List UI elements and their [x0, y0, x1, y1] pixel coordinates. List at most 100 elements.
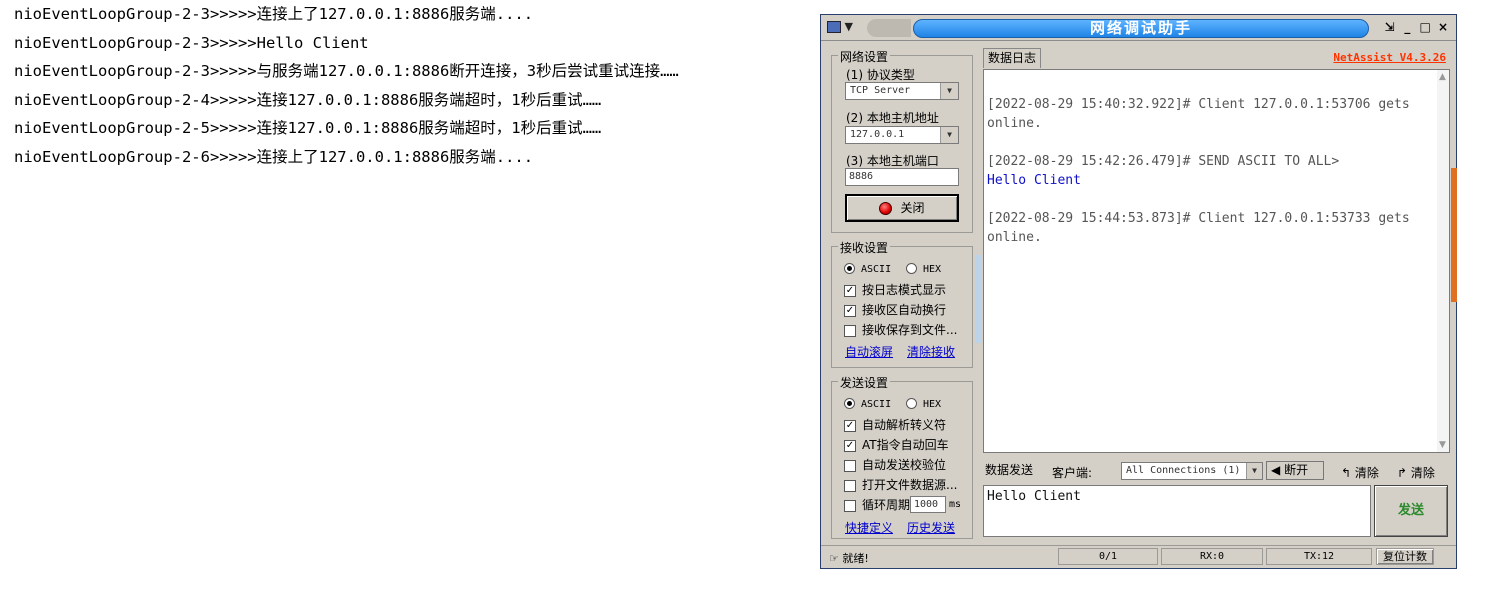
- send-settings-group: 发送设置 ASCII HEX ✓ 自动解析转义符 ✓ AT指令自动回车 自动发送校验…: [831, 374, 973, 539]
- console-line: nioEventLoopGroup-2-3>>>>>连接上了127.0.0.1:…: [14, 5, 534, 23]
- console-line: nioEventLoopGroup-2-3>>>>>与服务端127.0.0.1:…: [14, 62, 679, 81]
- log-scrollbar[interactable]: ▲ ▼: [1437, 70, 1449, 452]
- system-menu-arrow-icon: ▼: [844, 20, 853, 33]
- checkbox-icon: [844, 479, 856, 492]
- scroll-indicator: [1451, 168, 1457, 302]
- panel-splitter[interactable]: [975, 255, 981, 343]
- loop-period-input[interactable]: 1000: [910, 496, 946, 513]
- status-count: 0/1: [1058, 548, 1158, 565]
- reset-count-button[interactable]: 复位计数: [1376, 548, 1434, 565]
- network-settings-legend: 网络设置: [838, 48, 891, 65]
- title-bar: ▼ 网络调试助手 ⇲ _ □ ×: [821, 15, 1456, 41]
- clear-receive-link[interactable]: 清除接收: [907, 343, 955, 360]
- parse-escape-checkbox[interactable]: ✓ 自动解析转义符: [844, 416, 946, 433]
- radio-icon: [906, 263, 917, 274]
- protocol-select[interactable]: TCP Server ▼: [845, 82, 959, 100]
- maximize-button[interactable]: □: [1418, 20, 1432, 34]
- client-label: 客户端:: [1052, 466, 1093, 480]
- recv-save-file-checkbox[interactable]: 接收保存到文件...: [844, 321, 957, 338]
- radio-icon: [906, 398, 917, 409]
- ready-icon: ☞: [829, 552, 839, 565]
- version-label[interactable]: NetAssist V4.3.26: [1333, 51, 1446, 64]
- client-select[interactable]: All Connections (1) ▼: [1121, 462, 1263, 480]
- chevron-down-icon: ▼: [940, 83, 958, 99]
- receive-settings-legend: 接收设置: [838, 239, 891, 256]
- scroll-down-icon[interactable]: ▼: [1439, 440, 1446, 450]
- clear-input-button[interactable]: ↱ 清除: [1397, 464, 1435, 481]
- window-title: 网络调试助手: [913, 19, 1369, 38]
- protocol-label: (1) 协议类型: [846, 68, 915, 82]
- console-line: nioEventLoopGroup-2-3>>>>>Hello Client: [14, 33, 369, 52]
- port-label: (3) 本地主机端口: [846, 154, 939, 168]
- shortcut-define-link[interactable]: 快捷定义: [845, 519, 893, 536]
- auto-checksum-checkbox[interactable]: 自动发送校验位: [844, 456, 946, 473]
- send-settings-legend: 发送设置: [838, 374, 891, 391]
- console-output: nioEventLoopGroup-2-3>>>>>连接上了127.0.0.1:…: [14, 4, 804, 176]
- loop-unit: ms: [949, 499, 962, 510]
- status-tx: TX:12: [1266, 548, 1372, 565]
- protocol-value: TCP Server: [850, 85, 911, 96]
- app-icon: [827, 21, 841, 33]
- chevron-down-icon: ▼: [1246, 463, 1262, 479]
- checkbox-icon: [844, 324, 856, 337]
- checkbox-icon: [844, 459, 856, 472]
- host-label: (2) 本地主机地址: [846, 111, 939, 125]
- at-auto-cr-checkbox[interactable]: ✓ AT指令自动回车: [844, 436, 949, 453]
- arrow-left-icon: ◀: [1271, 463, 1281, 477]
- close-connection-button[interactable]: 关闭: [845, 194, 959, 222]
- window-controls: ⇲ _ □ ×: [1383, 20, 1450, 36]
- status-rx: RX:0: [1161, 548, 1263, 565]
- host-select[interactable]: 127.0.0.1 ▼: [845, 126, 959, 144]
- up-return-icon: ↱: [1397, 466, 1408, 480]
- recv-hex-radio[interactable]: HEX: [906, 261, 941, 275]
- auto-scroll-link[interactable]: 自动滚屏: [845, 343, 893, 360]
- checkmark-icon: ✓: [844, 304, 856, 317]
- send-input[interactable]: Hello Client: [983, 485, 1371, 537]
- return-icon: ↰: [1341, 466, 1352, 480]
- log-line: online.: [987, 116, 1042, 131]
- console-line: nioEventLoopGroup-2-4>>>>>连接127.0.0.1:88…: [14, 90, 602, 109]
- radio-selected-icon: [844, 263, 855, 274]
- status-led-icon: [879, 202, 893, 215]
- loop-send-checkbox[interactable]: 循环周期: [844, 496, 910, 513]
- log-line: online.: [987, 230, 1042, 245]
- system-menu[interactable]: ▼: [827, 20, 861, 36]
- checkmark-icon: ✓: [844, 419, 856, 432]
- clear-send-button[interactable]: ↰ 清除: [1341, 464, 1379, 481]
- pin-icon[interactable]: ⇲: [1383, 20, 1397, 34]
- scroll-up-icon[interactable]: ▲: [1439, 72, 1446, 82]
- title-decoration: [867, 19, 911, 37]
- send-button[interactable]: 发送: [1374, 485, 1448, 537]
- checkmark-icon: ✓: [844, 439, 856, 452]
- log-line: Hello Client: [987, 173, 1081, 188]
- status-bar: ☞ 就绪! 0/1 RX:0 TX:12 复位计数: [821, 545, 1456, 568]
- log-line: [2022-08-29 15:44:53.873]# Client 127.0.…: [987, 211, 1410, 226]
- checkbox-icon: [844, 499, 856, 512]
- checkmark-icon: ✓: [844, 284, 856, 297]
- netassist-window: ▼ 网络调试助手 ⇲ _ □ × 网络设置 (1) 协议类型 TCP Serve…: [820, 14, 1457, 569]
- log-line: [2022-08-29 15:40:32.922]# Client 127.0.…: [987, 97, 1410, 112]
- host-value: 127.0.0.1: [850, 129, 905, 140]
- status-ready: ☞ 就绪!: [829, 552, 869, 565]
- console-line: nioEventLoopGroup-2-5>>>>>连接127.0.0.1:88…: [14, 119, 602, 138]
- close-connection-label: 关闭: [900, 201, 925, 215]
- recv-ascii-radio[interactable]: ASCII: [844, 261, 891, 275]
- disconnect-button[interactable]: ◀ 断开: [1266, 461, 1324, 480]
- send-hex-radio[interactable]: HEX: [906, 396, 941, 410]
- radio-selected-icon: [844, 398, 855, 409]
- file-source-checkbox[interactable]: 打开文件数据源...: [844, 476, 957, 493]
- chevron-down-icon: ▼: [940, 127, 958, 143]
- receive-log-area[interactable]: [2022-08-29 15:40:32.922]# Client 127.0.…: [983, 69, 1457, 453]
- minimize-button[interactable]: _: [1400, 20, 1414, 34]
- recv-log-mode-checkbox[interactable]: ✓ 按日志模式显示: [844, 281, 946, 298]
- client-value: All Connections (1): [1126, 465, 1241, 476]
- tab-data-log[interactable]: 数据日志: [983, 48, 1042, 68]
- log-line: [2022-08-29 15:42:26.479]# SEND ASCII TO…: [987, 154, 1340, 169]
- send-history-link[interactable]: 历史发送: [907, 519, 955, 536]
- close-window-button[interactable]: ×: [1436, 20, 1450, 34]
- send-ascii-radio[interactable]: ASCII: [844, 396, 891, 410]
- recv-auto-wrap-checkbox[interactable]: ✓ 接收区自动换行: [844, 301, 946, 318]
- port-input[interactable]: 8886: [845, 168, 959, 186]
- receive-settings-group: 接收设置 ASCII HEX ✓ 按日志模式显示 ✓ 接收区自动换行 接收保存到文件…: [831, 239, 973, 368]
- tab-data-send[interactable]: 数据发送: [981, 461, 1037, 481]
